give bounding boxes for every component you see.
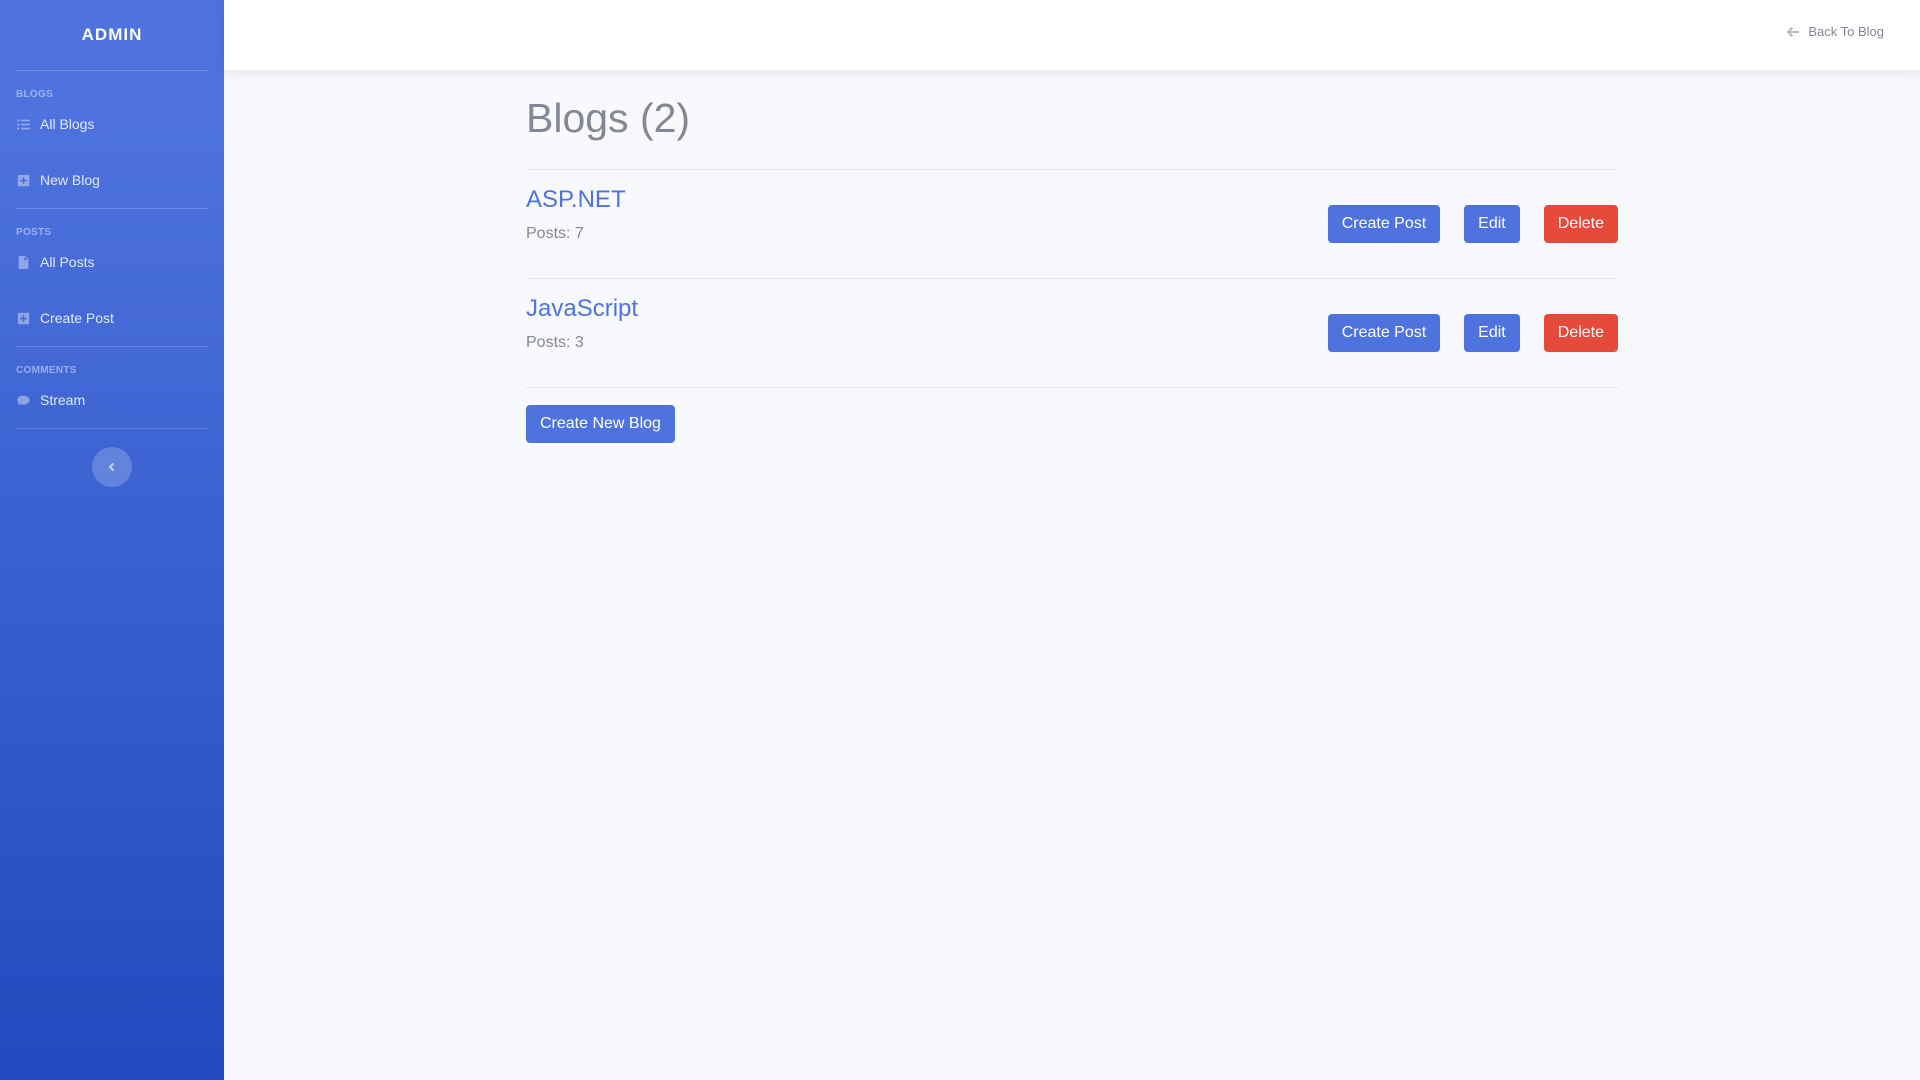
blog-post-count: Posts: 3 [526, 334, 584, 352]
topbar: Back To Blog [224, 0, 1920, 70]
sidebar-item-label: Stream [40, 392, 86, 408]
brand-title[interactable]: ADMIN [0, 0, 224, 70]
list-icon [16, 117, 30, 131]
comment-icon [16, 393, 30, 407]
sidebar-divider [16, 428, 208, 429]
back-to-blog-label: Back To Blog [1808, 24, 1884, 39]
blog-row: JavaScript Posts: 3 Create Post Edit Del… [526, 278, 1618, 387]
create-new-blog-button[interactable]: Create New Blog [526, 405, 675, 444]
back-to-blog-link[interactable]: Back To Blog [1786, 24, 1884, 39]
blog-actions: Create Post Edit Delete [1327, 314, 1618, 353]
file-icon [16, 255, 30, 269]
chevron-left-icon [108, 462, 115, 472]
sidebar-toggle-button[interactable] [92, 447, 132, 487]
plus-square-icon [16, 311, 30, 325]
list-divider [526, 387, 1618, 389]
sidebar-item-create-post[interactable]: Create Post [0, 290, 224, 346]
blog-name-link[interactable]: JavaScript [526, 295, 638, 323]
plus-square-icon [16, 173, 30, 187]
edit-button[interactable]: Edit [1464, 205, 1520, 244]
delete-button[interactable]: Delete [1543, 314, 1618, 353]
edit-button[interactable]: Edit [1464, 314, 1520, 353]
sidebar-divider [16, 346, 208, 347]
sidebar-item-label: New Blog [40, 172, 100, 188]
sidebar-item-label: Create Post [40, 310, 114, 326]
create-post-button[interactable]: Create Post [1327, 205, 1441, 244]
sidebar-divider [16, 70, 208, 71]
create-post-button[interactable]: Create Post [1327, 314, 1441, 353]
sidebar-item-all-posts[interactable]: All Posts [0, 234, 224, 290]
blog-post-count: Posts: 7 [526, 225, 584, 243]
sidebar-item-new-blog[interactable]: New Blog [0, 152, 224, 208]
sidebar-item-all-blogs[interactable]: All Blogs [0, 96, 224, 152]
blog-name-link[interactable]: ASP.NET [526, 186, 626, 214]
page-title: Blogs (2) [526, 95, 691, 141]
sidebar-item-label: All Posts [40, 254, 95, 270]
sidebar-divider [16, 208, 208, 209]
arrow-left-icon [1786, 26, 1800, 37]
blog-actions: Create Post Edit Delete [1327, 205, 1618, 244]
main-content: Blogs (2) ASP.NET Posts: 7 Create Post E… [526, 70, 1618, 444]
delete-button[interactable]: Delete [1543, 205, 1618, 244]
sidebar-item-stream[interactable]: Stream [0, 372, 224, 428]
sidebar-item-label: All Blogs [40, 116, 95, 132]
blog-row: ASP.NET Posts: 7 Create Post Edit Delete [526, 169, 1618, 278]
sidebar: ADMIN BLOGS All Blogs New Blog POSTS All… [0, 0, 224, 1080]
